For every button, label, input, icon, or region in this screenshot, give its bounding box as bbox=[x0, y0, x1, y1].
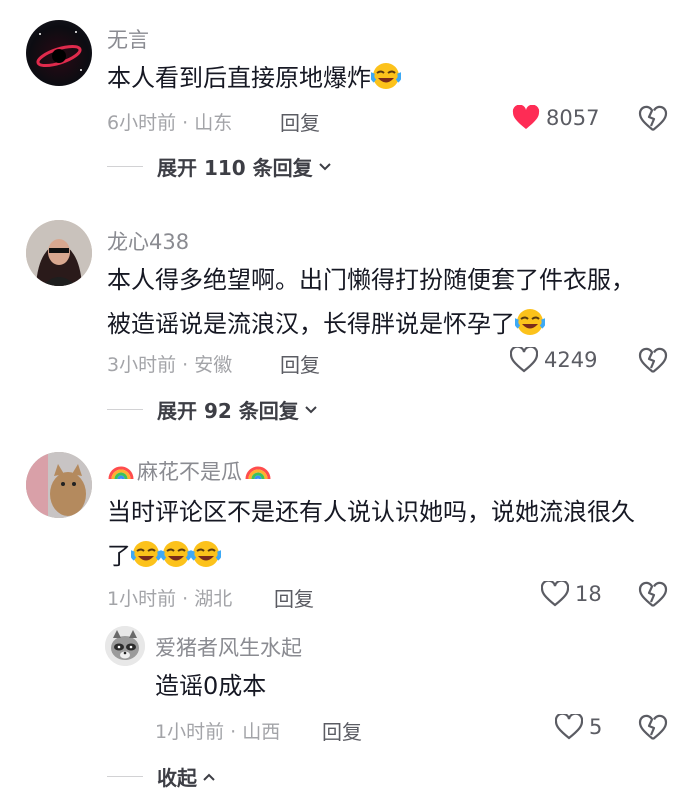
laughing-crying-emoji bbox=[514, 307, 546, 351]
heart-icon bbox=[512, 105, 540, 129]
avatar-sub-reply[interactable] bbox=[105, 626, 145, 666]
avatar-user-2[interactable] bbox=[26, 220, 92, 286]
comment-text: 本人看到后直接原地爆炸 bbox=[107, 56, 682, 105]
comment-text-body: 了 bbox=[107, 542, 131, 570]
like-button[interactable]: 4249 bbox=[510, 347, 597, 373]
raccoon-avatar-image bbox=[105, 626, 145, 666]
laughing-crying-emoji bbox=[130, 539, 162, 583]
heart-icon bbox=[541, 581, 569, 607]
laughing-crying-emoji bbox=[370, 61, 402, 105]
comment-text-line: 本人得多绝望啊。出门懒得打扮随便套了件衣服， bbox=[107, 266, 635, 294]
comment-text-body: 本人看到后直接原地爆炸 bbox=[107, 64, 371, 92]
comment-text-line: 了 bbox=[107, 534, 682, 583]
comment-meta: 1小时前 · 湖北 bbox=[107, 588, 233, 610]
rainbow-icon bbox=[244, 457, 272, 486]
like-button[interactable]: 8057 bbox=[512, 105, 599, 131]
reply-button[interactable]: 回复 bbox=[280, 107, 320, 136]
expand-label: 展开 110 条回复 bbox=[157, 156, 313, 180]
dislike-button[interactable] bbox=[638, 347, 668, 379]
chevron-down-icon bbox=[305, 405, 317, 413]
username-text: 麻花不是瓜 bbox=[137, 460, 242, 484]
reply-button[interactable]: 回复 bbox=[280, 349, 320, 378]
comment-text-line: 当时评论区不是还有人说认识她吗，说她流浪很久 bbox=[107, 498, 635, 526]
expand-replies-button[interactable]: 展开 92 条回复 bbox=[107, 395, 319, 424]
laughing-crying-emoji bbox=[190, 539, 222, 583]
dislike-broken-heart-icon bbox=[638, 581, 668, 607]
cat-avatar-image bbox=[26, 452, 92, 518]
dislike-broken-heart-icon bbox=[638, 105, 668, 131]
laughing-crying-emoji bbox=[160, 539, 192, 583]
dislike-broken-heart-icon bbox=[638, 714, 668, 740]
username[interactable]: 爱猪者风生水起 bbox=[155, 632, 302, 662]
comment-meta: 3小时前 · 安徽 bbox=[107, 354, 233, 376]
like-count: 8057 bbox=[546, 106, 600, 130]
chevron-down-icon bbox=[318, 162, 331, 170]
username[interactable]: 龙心438 bbox=[107, 226, 189, 256]
comment-text-body: 被造谣说是流浪汉，长得胖说是怀孕了 bbox=[107, 310, 515, 338]
username[interactable]: 无言 bbox=[107, 24, 149, 54]
avatar-user-3[interactable] bbox=[26, 452, 92, 518]
comment-text-line: 被造谣说是流浪汉，长得胖说是怀孕了 bbox=[107, 302, 682, 351]
rainbow-icon bbox=[107, 457, 135, 486]
dislike-broken-heart-icon bbox=[638, 347, 668, 373]
like-button[interactable]: 5 bbox=[555, 714, 602, 740]
avatar-user-1[interactable] bbox=[26, 20, 92, 86]
collapse-replies-button[interactable]: 收起 bbox=[107, 762, 217, 791]
like-count: 5 bbox=[589, 715, 603, 739]
person-avatar-image bbox=[26, 220, 92, 286]
like-button[interactable]: 18 bbox=[541, 581, 602, 607]
divider-line bbox=[107, 409, 143, 410]
dislike-button[interactable] bbox=[638, 105, 668, 137]
comment-meta: 1小时前 · 山西 bbox=[155, 721, 281, 743]
comment-meta: 6小时前 · 山东 bbox=[107, 112, 233, 134]
reply-button[interactable]: 回复 bbox=[322, 716, 362, 745]
heart-icon bbox=[555, 714, 583, 740]
dislike-button[interactable] bbox=[638, 581, 668, 613]
expand-label: 展开 92 条回复 bbox=[157, 399, 299, 423]
like-count: 18 bbox=[575, 582, 602, 606]
divider-line bbox=[107, 166, 143, 167]
chevron-up-icon bbox=[203, 773, 215, 781]
like-count: 4249 bbox=[544, 348, 598, 372]
black-hole-avatar-image bbox=[36, 31, 82, 71]
heart-icon bbox=[510, 347, 538, 373]
reply-button[interactable]: 回复 bbox=[274, 583, 314, 612]
comment-text: 本人得多绝望啊。出门懒得打扮随便套了件衣服， 被造谣说是流浪汉，长得胖说是怀孕了 bbox=[107, 258, 682, 351]
divider-line bbox=[107, 776, 143, 777]
dislike-button[interactable] bbox=[638, 714, 668, 746]
comment-text: 当时评论区不是还有人说认识她吗，说她流浪很久 了 bbox=[107, 490, 682, 583]
username[interactable]: 麻花不是瓜 bbox=[107, 456, 272, 486]
collapse-label: 收起 bbox=[157, 766, 197, 790]
comment-text: 造谣0成本 bbox=[155, 672, 267, 700]
expand-replies-button[interactable]: 展开 110 条回复 bbox=[107, 152, 333, 181]
